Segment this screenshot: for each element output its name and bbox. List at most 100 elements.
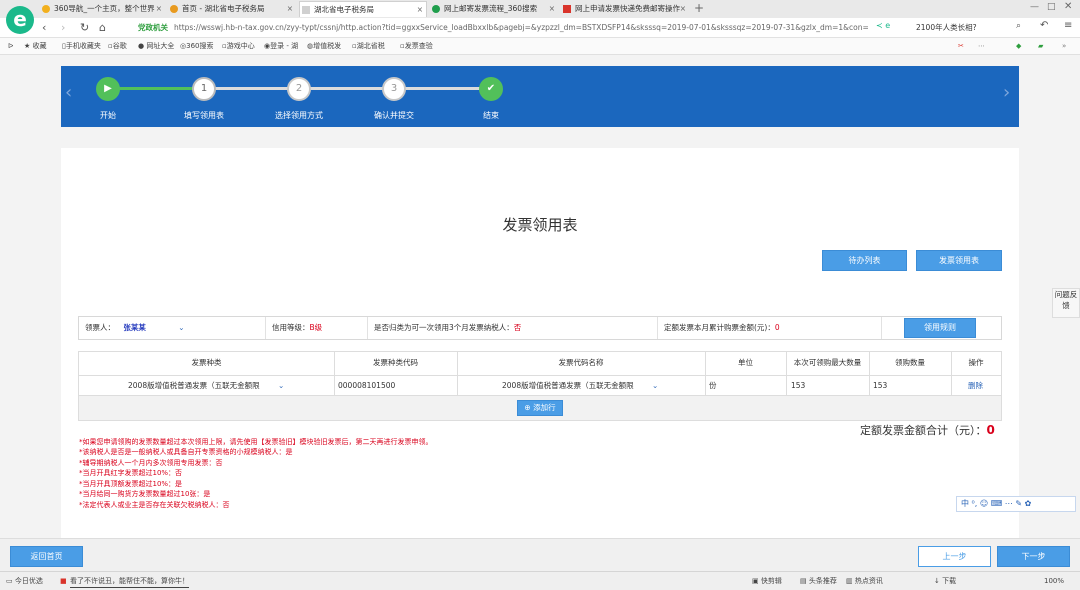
- receiver-info-row: 领票人： 张某某 ⌄ 信用等级：B级 是否归类为可一次领用3个月发票纳税人：否 …: [78, 316, 1002, 340]
- more-icon[interactable]: »: [1062, 40, 1066, 52]
- scissors-icon[interactable]: ✂: [958, 40, 964, 52]
- rules-button[interactable]: 领用规则: [904, 318, 976, 338]
- step-end-icon: ✔: [479, 77, 503, 101]
- tab-search[interactable]: 网上邮寄发票流程_360搜索 ×: [430, 1, 558, 17]
- undo-icon[interactable]: ↶: [1040, 20, 1048, 31]
- new-tab-button[interactable]: +: [694, 1, 704, 15]
- status-item[interactable]: ↓ 下载: [934, 575, 956, 587]
- tab-close-icon[interactable]: ×: [156, 1, 162, 17]
- close-window-button[interactable]: ✕: [1064, 1, 1072, 12]
- unit-cell: 份: [709, 381, 717, 390]
- add-row-button[interactable]: ⊕ 添加行: [517, 400, 563, 416]
- col-header-max: 本次可领购最大数量: [793, 358, 862, 367]
- todo-list-button[interactable]: 待办列表: [822, 250, 907, 271]
- bookmark-item[interactable]: ▫湖北省税: [352, 40, 385, 52]
- next-step-button[interactable]: 下一步: [997, 546, 1070, 567]
- search-icon[interactable]: ⌕: [1016, 21, 1021, 31]
- invoice-form-button[interactable]: 发票领用表: [916, 250, 1002, 271]
- url-text: https://wsswj.hb-n-tax.gov.cn/zyy-typt/c…: [174, 23, 869, 32]
- bookmark-item[interactable]: ▫游戏中心: [222, 40, 255, 52]
- tab-close-icon[interactable]: ×: [680, 1, 686, 17]
- chevron-down-icon[interactable]: ⌄: [178, 323, 184, 332]
- status-item[interactable]: ▣ 快剪辑: [752, 575, 782, 587]
- main-panel: [61, 148, 1019, 538]
- col-header-name: 发票代码名称: [558, 358, 604, 367]
- today-picks[interactable]: ▭ 今日优选: [6, 575, 43, 587]
- notice-text: *当月开具红字发票超过10%：否: [79, 469, 183, 477]
- col-header-code: 发票种类代码: [373, 358, 418, 367]
- tab-favicon-icon: [170, 5, 178, 13]
- forward-icon[interactable]: ›: [61, 21, 65, 35]
- delete-row-link[interactable]: 删除: [968, 377, 983, 394]
- bookmark-item[interactable]: ▫发票查验: [400, 40, 433, 52]
- receiver-select[interactable]: 张某某: [123, 323, 146, 332]
- previous-step-button[interactable]: 上一步: [918, 546, 991, 567]
- tab-360-nav[interactable]: 360导航_一个主页，整个世界 ×: [40, 1, 165, 17]
- quantity-input[interactable]: 153: [873, 377, 943, 394]
- bookmark-item[interactable]: ◉登录 - 湖: [264, 40, 298, 52]
- tab-close-icon[interactable]: ×: [287, 1, 293, 17]
- status-item[interactable]: ▥ 热点资讯: [846, 575, 883, 587]
- notice-text: *当月给同一购货方发票数量超过10张：是: [79, 490, 211, 498]
- minimize-button[interactable]: —: [1030, 2, 1039, 12]
- chevron-down-icon[interactable]: ⌄: [278, 377, 284, 394]
- bookmark-item[interactable]: ▫谷歌: [108, 40, 127, 52]
- step-connector: [204, 87, 299, 90]
- step-label: 确认并提交: [374, 111, 414, 120]
- step-label: 填写领用表: [184, 111, 224, 120]
- maximize-button[interactable]: □: [1047, 2, 1056, 12]
- col-header-qty: 领购数量: [895, 358, 925, 367]
- game-icon[interactable]: ▰: [1038, 40, 1043, 52]
- tab-tax-bureau[interactable]: 湖北省电子税务局 ×: [299, 1, 427, 17]
- col-header-type: 发票种类: [191, 358, 222, 367]
- search-box[interactable]: 2100年人类长相?: [916, 21, 1026, 35]
- invoice-type-select[interactable]: 2008版增值税普通发票（五联无金额限: [128, 377, 288, 394]
- tab-favicon-icon: [432, 5, 440, 13]
- security-badge: 党政机关: [138, 23, 168, 32]
- bookmark-item[interactable]: ▯手机收藏夹: [62, 40, 101, 52]
- news-ticker[interactable]: 看了不许说丑，能帮住不能，算你牛！: [70, 575, 189, 588]
- menu-icon[interactable]: ≡: [1064, 20, 1072, 31]
- step-label: 开始: [100, 111, 116, 120]
- bookmark-item[interactable]: ● 网址大全: [138, 40, 174, 52]
- receiver-field: 领票人： 张某某 ⌄: [85, 323, 185, 332]
- feedback-tab[interactable]: 问题反馈: [1052, 288, 1080, 318]
- zoom-level[interactable]: 100%: [1044, 575, 1064, 587]
- ime-toolbar[interactable]: 中 ⁰, ☺ ⌨ ⋯ ✎ ✿: [956, 496, 1076, 512]
- bookmark-item[interactable]: ★ 收藏: [24, 40, 47, 52]
- notice-text: *如果您申请领购的发票数量超过本次领用上限，请先使用【发票验旧】模块验旧发票后，…: [79, 438, 433, 446]
- tab-close-icon[interactable]: ×: [417, 2, 423, 17]
- share-icon[interactable]: ≺ e: [876, 21, 890, 30]
- tab-home-tax[interactable]: 首页 - 湖北省电子税务局 ×: [168, 1, 296, 17]
- tab-mail-guide[interactable]: 网上申请发票快递免费邮寄操作 ×: [561, 1, 689, 17]
- bookmark-item[interactable]: ◎360搜索: [180, 40, 213, 52]
- status-item[interactable]: ▤ 头条推荐: [800, 575, 837, 587]
- shield-icon[interactable]: ◆: [1016, 40, 1021, 52]
- step-progress-bar: ‹ › ▶ 1 2 3 ✔ 开始 填写领用表 选择领用方式 确认并提交 结束: [61, 66, 1019, 127]
- address-bar[interactable]: 党政机关 https://wsswj.hb-n-tax.gov.cn/zyy-ty…: [138, 21, 898, 35]
- col-header-action: 操作: [968, 358, 984, 367]
- navigation-bar: ‹ › ↻ ⌂ 党政机关 https://wsswj.hb-n-tax.gov.c…: [0, 18, 1080, 38]
- extension-icon[interactable]: ⋯: [978, 40, 985, 52]
- home-icon[interactable]: ⌂: [99, 21, 106, 35]
- fixed-amount-total: 定额发票本月累计购票金额(元)：0: [657, 317, 780, 339]
- refresh-icon[interactable]: ↻: [80, 21, 89, 35]
- news-icon: ■: [60, 577, 67, 585]
- bookmark-toggle-icon[interactable]: ᐅ: [8, 40, 13, 52]
- chevron-down-icon[interactable]: ⌄: [652, 377, 658, 394]
- step-3-number: 3: [382, 77, 406, 101]
- next-arrow-icon[interactable]: ›: [1003, 84, 1010, 102]
- notice-text: *该纳税人是否是一般纳税人或具备自开专票资格的小规模纳税人：是: [79, 448, 293, 456]
- return-home-button[interactable]: 返回首页: [10, 546, 83, 567]
- tab-favicon-icon: [563, 5, 571, 13]
- bookmark-item[interactable]: ◍增值税发: [307, 40, 341, 52]
- invoice-name-select[interactable]: 2008版增值税普通发票（五联无金额限: [502, 377, 662, 394]
- prev-arrow-icon[interactable]: ‹: [65, 84, 72, 102]
- step-connector: [394, 87, 491, 90]
- col-header-unit: 单位: [738, 358, 753, 367]
- back-icon[interactable]: ‹: [42, 21, 46, 35]
- page-title: 发票领用表: [502, 216, 578, 234]
- browser-logo-icon: e: [6, 6, 34, 34]
- browser-status-bar: ▭ 今日优选 ■ 看了不许说丑，能帮住不能，算你牛！ ▣ 快剪辑 ▤ 头条推荐 …: [0, 571, 1080, 590]
- tab-close-icon[interactable]: ×: [549, 1, 555, 17]
